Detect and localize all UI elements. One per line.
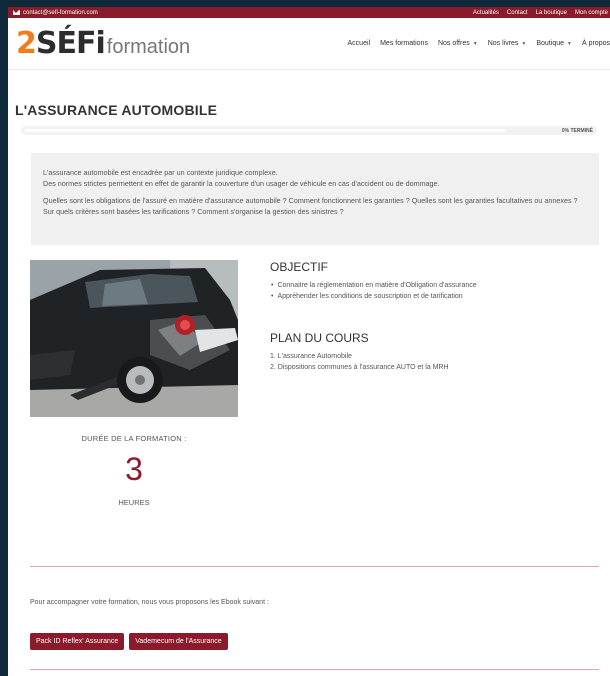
main-nav: Accueil Mes formations Nos offres ▼ Nos l… <box>348 40 610 47</box>
nav-item-label: Accueil <box>347 40 371 47</box>
objectif-list: Connaitre la réglementation en matière d… <box>270 280 600 302</box>
objectif-block: OBJECTIF Connaitre la réglementation en … <box>270 260 600 302</box>
intro-paragraph-1: L'assurance automobile est encadrée par … <box>43 167 587 189</box>
chevron-down-icon: ▼ <box>521 40 527 47</box>
top-links: Actualités Contact La boutique Mon compt… <box>473 10 610 16</box>
intro-line-1: L'assurance automobile est encadrée par … <box>43 168 278 177</box>
plan-item: 2. Dispositions communes à l'assurance A… <box>270 364 449 371</box>
site-logo[interactable]: 2 SÉFi formation <box>16 26 190 61</box>
intro-line-2: Des normes strictes permettent en effet … <box>43 179 440 188</box>
nav-item-nos-livres[interactable]: Nos livres ▼ <box>488 40 527 47</box>
divider <box>30 669 599 670</box>
logo-sefi: SÉFi <box>35 26 106 61</box>
plan-item: 1. L'assurance Automobile <box>270 353 352 360</box>
chevron-down-icon: ▼ <box>567 40 572 47</box>
top-bar: contact@sefi-formation.com Actualités Co… <box>8 7 610 18</box>
course-progress-bar: 0% TERMINÉ <box>21 126 597 135</box>
nav-item-label: Nos offres <box>437 40 470 47</box>
contact-email-text[interactable]: contact@sefi-formation.com <box>23 10 98 16</box>
duree-label: DURÉE DE LA FORMATION : <box>81 434 187 443</box>
objectif-item: Connaitre la réglementation en matière d… <box>270 280 600 291</box>
nav-item-mes-formations[interactable]: Mes formations <box>380 40 428 47</box>
chevron-down-icon: ▼ <box>472 40 478 47</box>
nav-item-label: À propos <box>581 40 610 47</box>
nav-item-label: Nos livres <box>487 40 519 47</box>
top-link-mon-compte[interactable]: Mon compte <box>575 10 608 16</box>
progress-label: 0% TERMINÉ <box>561 127 593 134</box>
nav-item-label: Mes formations <box>380 40 428 47</box>
logo-digit: 2 <box>16 26 37 61</box>
nav-item-boutique[interactable]: Boutique ▼ <box>536 40 572 47</box>
top-link-actualites[interactable]: Actualités <box>473 10 499 16</box>
plan-heading: PLAN DU COURS <box>270 331 369 345</box>
ebook-buttons: Pack ID Reflex' Assurance Vademecum de l… <box>30 633 228 650</box>
course-details: DURÉE DE LA FORMATION : 3 HEURES OBJECTI… <box>8 245 610 565</box>
contact-email[interactable]: contact@sefi-formation.com <box>13 10 98 16</box>
duree-unit: HEURES <box>118 498 150 507</box>
page-title: L'ASSURANCE AUTOMOBILE <box>15 102 218 118</box>
progress-track <box>25 129 505 132</box>
plan-block: PLAN DU COURS 1. L'assurance Automobile … <box>270 331 600 373</box>
objectif-heading: OBJECTIF <box>270 260 329 274</box>
mail-icon <box>13 10 20 15</box>
intro-paragraph-2: Quelles sont les obligations de l'assuré… <box>43 196 578 216</box>
site-header: 2 SÉFi formation Accueil Mes formations … <box>8 18 610 70</box>
nav-item-nos-offres[interactable]: Nos offres ▼ <box>438 40 478 47</box>
nav-item-a-propos[interactable]: À propos <box>582 40 610 47</box>
divider <box>30 566 599 567</box>
logo-formation: formation <box>106 36 191 58</box>
course-intro: L'assurance automobile est encadrée par … <box>31 153 599 245</box>
plan-list: 1. L'assurance Automobile 2. Disposition… <box>270 351 600 373</box>
objectif-item: Appréhender les conditions de souscripti… <box>270 291 600 302</box>
nav-item-accueil[interactable]: Accueil <box>348 40 371 47</box>
nav-item-label: Boutique <box>536 40 565 47</box>
course-image <box>30 260 238 417</box>
vademecum-button[interactable]: Vademecum de l'Assurance <box>129 633 228 650</box>
ebook-intro-text: Pour accompagner votre formation, nous v… <box>30 599 269 606</box>
duree-value: 3 <box>125 451 143 487</box>
top-link-contact[interactable]: Contact <box>507 10 528 16</box>
browser-page: contact@sefi-formation.com Actualités Co… <box>8 7 610 676</box>
top-link-boutique[interactable]: La boutique <box>536 10 567 16</box>
pack-id-reflex-button[interactable]: Pack ID Reflex' Assurance <box>30 633 125 650</box>
